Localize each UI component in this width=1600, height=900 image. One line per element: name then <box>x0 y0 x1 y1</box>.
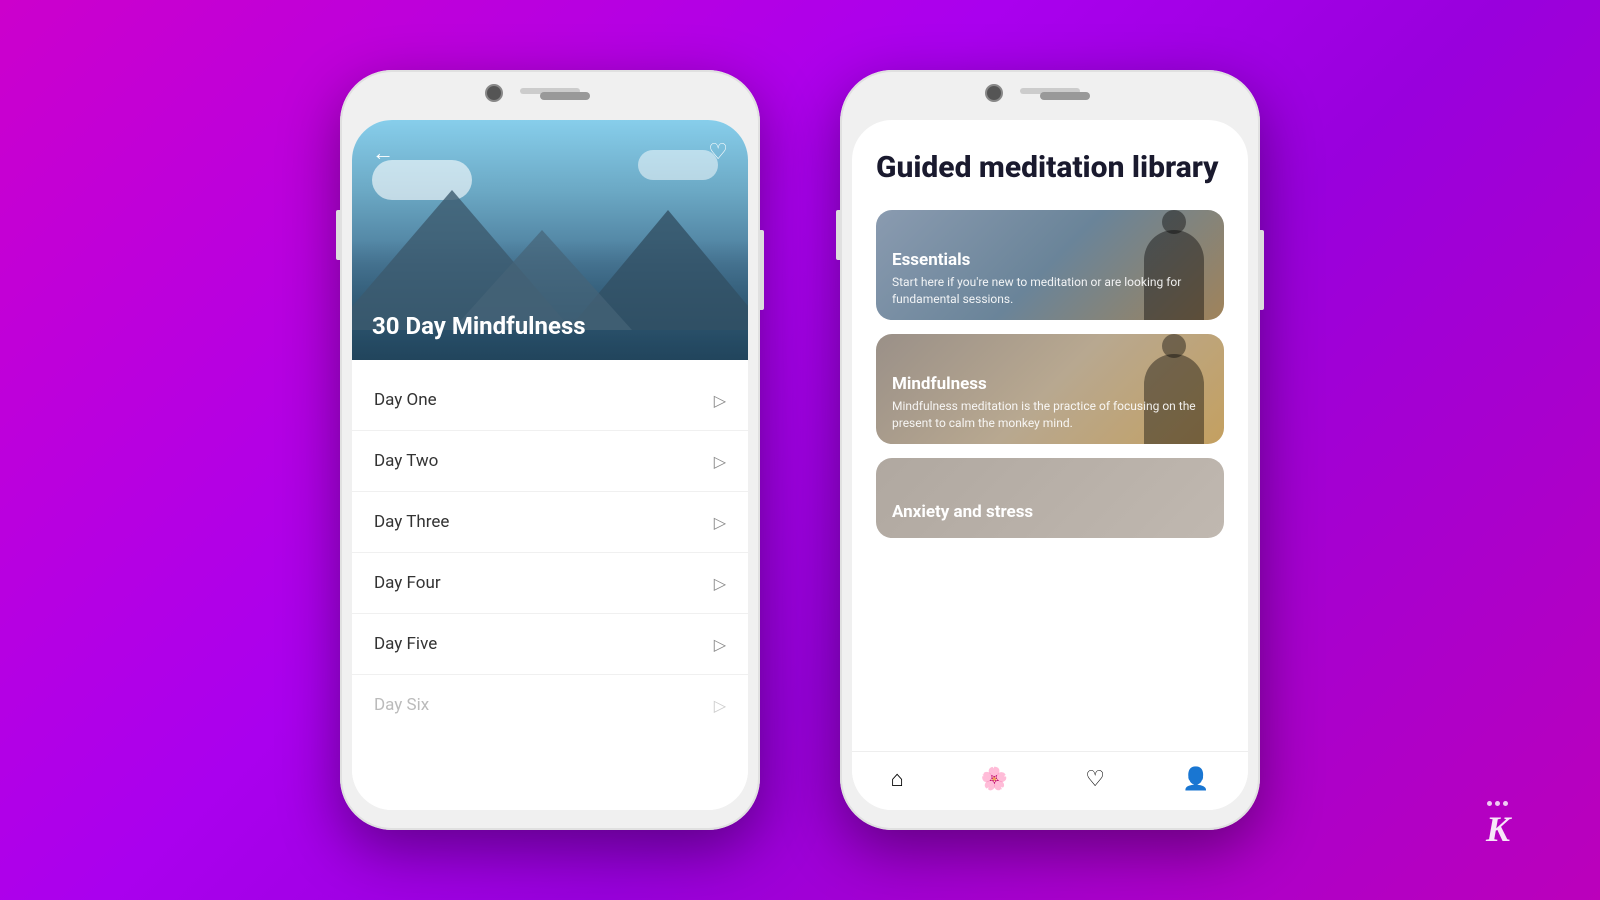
phone-camera-right <box>985 84 1003 102</box>
phone-speaker-right <box>1040 92 1090 100</box>
category-card-anxiety[interactable]: Anxiety and stress <box>876 458 1224 538</box>
play-icon: ▷ <box>714 574 726 593</box>
left-screen-content: ← ♡ 30 Day Mindfulness Day One▷Day Two▷D… <box>352 120 748 810</box>
phone-side-left <box>336 210 340 260</box>
hero-title: 30 Day Mindfulness <box>372 312 586 340</box>
right-phone-screen: Guided meditation library Essentials Star… <box>852 120 1248 810</box>
day-list-item[interactable]: Day Five ▷ <box>352 614 748 675</box>
day-list-item[interactable]: Day One ▷ <box>352 370 748 431</box>
brand-logo: K <box>1486 801 1510 850</box>
category-name: Mindfulness <box>892 374 1208 394</box>
category-name: Essentials <box>892 250 1208 270</box>
category-description: Start here if you're new to meditation o… <box>892 274 1208 308</box>
phone-camera-left <box>485 84 503 102</box>
back-button[interactable]: ← <box>372 140 394 166</box>
phone-side-right-left <box>760 230 764 310</box>
favorite-button[interactable]: ♡ <box>708 140 728 165</box>
meditate-nav[interactable]: 🌸 <box>981 767 1008 792</box>
logo-letter: K <box>1486 808 1510 850</box>
home-nav[interactable]: ⌂ <box>891 766 904 792</box>
day-list-item[interactable]: Day Two ▷ <box>352 431 748 492</box>
day-label: Day Six <box>374 695 429 715</box>
category-card-essentials[interactable]: Essentials Start here if you're new to me… <box>876 210 1224 320</box>
day-list-item[interactable]: Day Three ▷ <box>352 492 748 553</box>
day-list-item[interactable]: Day Four ▷ <box>352 553 748 614</box>
play-icon: ▷ <box>714 696 726 715</box>
days-list: Day One▷Day Two▷Day Three▷Day Four▷Day F… <box>352 360 748 810</box>
category-card-mindfulness[interactable]: Mindfulness Mindfulness meditation is the… <box>876 334 1224 444</box>
card-text-block: Anxiety and stress <box>876 490 1049 538</box>
day-label: Day Four <box>374 573 441 593</box>
category-description: Mindfulness meditation is the practice o… <box>892 398 1208 432</box>
card-text-block: Essentials Start here if you're new to me… <box>876 238 1224 320</box>
favorites-nav[interactable]: ♡ <box>1085 767 1105 792</box>
day-label: Day Three <box>374 512 449 532</box>
card-text-block: Mindfulness Mindfulness meditation is the… <box>876 362 1224 444</box>
phone-side-right-right <box>1260 230 1264 310</box>
hero-image: ← ♡ 30 Day Mindfulness <box>352 120 748 360</box>
category-name: Anxiety and stress <box>892 502 1033 522</box>
library-title: Guided meditation library <box>876 150 1224 186</box>
day-label: Day One <box>374 390 437 410</box>
bottom-navigation: ⌂ 🌸 ♡ 👤 <box>852 751 1248 810</box>
phone-speaker-left <box>540 92 590 100</box>
left-phone: ← ♡ 30 Day Mindfulness Day One▷Day Two▷D… <box>340 70 760 830</box>
day-list-item[interactable]: Day Six ▷ <box>352 675 748 735</box>
logo-dot <box>1503 801 1508 806</box>
phones-container: ← ♡ 30 Day Mindfulness Day One▷Day Two▷D… <box>340 70 1260 830</box>
logo-dot <box>1495 801 1500 806</box>
library-content: Guided meditation library Essentials Star… <box>852 120 1248 751</box>
day-label: Day Five <box>374 634 437 654</box>
logo-dot <box>1487 801 1492 806</box>
phone-side-left-right <box>836 210 840 260</box>
play-icon: ▷ <box>714 513 726 532</box>
right-phone: Guided meditation library Essentials Star… <box>840 70 1260 830</box>
play-icon: ▷ <box>714 391 726 410</box>
cloud-decoration-2 <box>638 150 718 180</box>
right-screen-content: Guided meditation library Essentials Star… <box>852 120 1248 810</box>
play-icon: ▷ <box>714 635 726 654</box>
day-label: Day Two <box>374 451 438 471</box>
profile-nav[interactable]: 👤 <box>1182 767 1209 792</box>
left-phone-screen: ← ♡ 30 Day Mindfulness Day One▷Day Two▷D… <box>352 120 748 810</box>
play-icon: ▷ <box>714 452 726 471</box>
